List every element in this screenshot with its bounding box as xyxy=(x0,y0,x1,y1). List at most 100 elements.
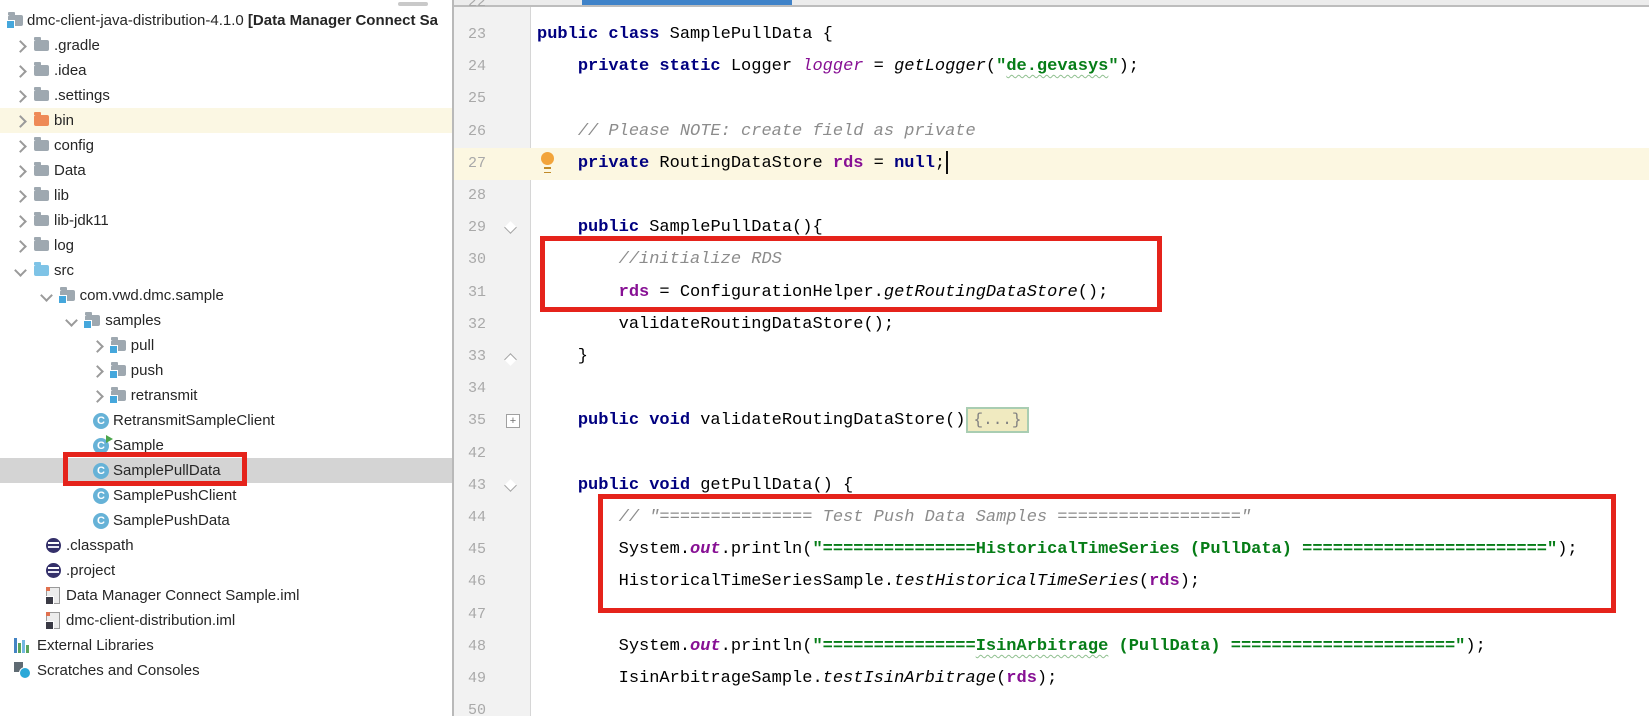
code-line-25[interactable]: 25 xyxy=(454,83,1649,115)
project-folder-icon xyxy=(8,15,23,26)
fold-down-icon[interactable] xyxy=(504,221,517,234)
tree-item-pull[interactable]: pull xyxy=(0,333,452,358)
tree-item-dmc-client-java-distribution-4-1-0[interactable]: dmc-client-java-distribution-4.1.0 [Data… xyxy=(0,8,452,33)
code-line-35[interactable]: 35 public void validateRoutingDataStore(… xyxy=(454,405,1649,437)
class-icon xyxy=(93,513,109,529)
folded-region-badge[interactable]: {...} xyxy=(966,407,1028,433)
folder-icon xyxy=(34,240,49,251)
tree-item-push[interactable]: push xyxy=(0,358,452,383)
tree-scrollbar-thumb[interactable] xyxy=(398,2,428,6)
tree-item-label: src xyxy=(54,258,74,283)
code-text: } xyxy=(537,341,588,373)
tree-item-label: SamplePushData xyxy=(113,508,230,533)
line-number: 29 xyxy=(458,212,486,244)
annotation-box-code-historical-timeseries-block xyxy=(598,494,1616,613)
line-number: 47 xyxy=(458,599,486,631)
code-line-34[interactable]: 34 xyxy=(454,373,1649,405)
code-text: public void validateRoutingDataStore(){.… xyxy=(537,405,1029,437)
tree-item-label: Data xyxy=(54,158,86,183)
class-icon xyxy=(93,488,109,504)
tree-item-label: pull xyxy=(131,333,154,358)
folder-icon xyxy=(34,40,49,51)
code-line-49[interactable]: 49 IsinArbitrageSample.testIsinArbitrage… xyxy=(454,663,1649,695)
tree-item-src[interactable]: src xyxy=(0,258,452,283)
tree-item-retransmit[interactable]: retransmit xyxy=(0,383,452,408)
tree-item-config[interactable]: config xyxy=(0,133,452,158)
package-icon xyxy=(111,365,126,376)
text-caret xyxy=(946,151,948,174)
tree-item-label: .project xyxy=(66,558,115,583)
tree-item-bin[interactable]: bin xyxy=(0,108,452,133)
tree-item--settings[interactable]: .settings xyxy=(0,83,452,108)
tree-item-data[interactable]: Data xyxy=(0,158,452,183)
eclipse-icon xyxy=(46,563,61,578)
code-line-27[interactable]: 27 private RoutingDataStore rds = null; xyxy=(454,148,1649,180)
tree-item-label: .idea xyxy=(54,58,87,83)
code-line-33[interactable]: 33 } xyxy=(454,341,1649,373)
tree-item-dmc-client-distribution-iml[interactable]: dmc-client-distribution.iml xyxy=(0,608,452,633)
line-number: 44 xyxy=(458,502,486,534)
code-line-23[interactable]: 23public class SamplePullData { xyxy=(454,19,1649,51)
folder-icon xyxy=(34,190,49,201)
code-text: private RoutingDataStore rds = null; xyxy=(537,148,948,180)
tree-item--gradle[interactable]: .gradle xyxy=(0,33,452,58)
code-text: validateRoutingDataStore(); xyxy=(537,309,894,341)
tree-item-lib[interactable]: lib xyxy=(0,183,452,208)
tree-item-label: RetransmitSampleClient xyxy=(113,408,275,433)
tree-item--project[interactable]: .project xyxy=(0,558,452,583)
tree-item-scratches-and-consoles[interactable]: Scratches and Consoles xyxy=(0,658,452,683)
line-number: 46 xyxy=(458,566,486,598)
annotation-box-tree-item-samplepulldata xyxy=(63,452,247,486)
line-number: 45 xyxy=(458,534,486,566)
tree-item-data-manager-connect-sample-iml[interactable]: Data Manager Connect Sample.iml xyxy=(0,583,452,608)
annotation-box-code-initialize-rds-block xyxy=(540,236,1162,312)
package-icon xyxy=(85,315,100,326)
line-number: 26 xyxy=(458,116,486,148)
fold-up-icon[interactable] xyxy=(504,353,517,366)
folder-icon xyxy=(34,165,49,176)
tree-item-label: .settings xyxy=(54,83,110,108)
tree-item-label: External Libraries xyxy=(37,633,154,658)
fold-down-icon[interactable] xyxy=(504,479,517,492)
tree-item-label: retransmit xyxy=(131,383,198,408)
tree-item-samples[interactable]: samples xyxy=(0,308,452,333)
code-line-26[interactable]: 26 // Please NOTE: create field as priva… xyxy=(454,116,1649,148)
tree-item-label: bin xyxy=(54,108,74,133)
tree-item-samplepushdata[interactable]: SamplePushData xyxy=(0,508,452,533)
tree-item-lib-jdk11[interactable]: lib-jdk11 xyxy=(0,208,452,233)
line-number: 34 xyxy=(458,373,486,405)
code-line-24[interactable]: 24 private static Logger logger = getLog… xyxy=(454,51,1649,83)
tree-item-samplepushclient[interactable]: SamplePushClient xyxy=(0,483,452,508)
tree-item-label: log xyxy=(54,233,74,258)
code-text: System.out.println("===============IsinA… xyxy=(537,631,1486,663)
tree-item-log[interactable]: log xyxy=(0,233,452,258)
line-number: 31 xyxy=(458,277,486,309)
line-number: 35 xyxy=(458,405,486,437)
tree-item-label: dmc-client-distribution.iml xyxy=(66,608,235,633)
code-line-50[interactable]: 50 xyxy=(454,695,1649,716)
tree-item-label: lib-jdk11 xyxy=(54,208,109,233)
tree-item-retransmitsampleclient[interactable]: RetransmitSampleClient xyxy=(0,408,452,433)
tree-row-highlight xyxy=(0,333,452,358)
code-line-22[interactable]: 22 xyxy=(454,0,1649,19)
code-text: // Please NOTE: create field as private xyxy=(537,116,976,148)
line-number: 50 xyxy=(458,695,486,716)
tree-item--classpath[interactable]: .classpath xyxy=(0,533,452,558)
line-number: 48 xyxy=(458,631,486,663)
tree-item--idea[interactable]: .idea xyxy=(0,58,452,83)
package-icon xyxy=(111,390,126,401)
ext-lib-icon xyxy=(14,638,31,653)
line-number: 23 xyxy=(458,19,486,51)
code-line-32[interactable]: 32 validateRoutingDataStore(); xyxy=(454,309,1649,341)
line-number: 49 xyxy=(458,663,486,695)
line-number: 32 xyxy=(458,309,486,341)
code-line-42[interactable]: 42 xyxy=(454,438,1649,470)
tree-item-com-vwd-dmc-sample[interactable]: com.vwd.dmc.sample xyxy=(0,283,452,308)
code-text: private static Logger logger = getLogger… xyxy=(537,51,1139,83)
code-line-28[interactable]: 28 xyxy=(454,180,1649,212)
code-line-48[interactable]: 48 System.out.println("===============Is… xyxy=(454,631,1649,663)
tree-item-external-libraries[interactable]: External Libraries xyxy=(0,633,452,658)
fold-plus-icon[interactable] xyxy=(506,414,520,428)
line-number: 33 xyxy=(458,341,486,373)
tree-item-label: samples xyxy=(105,308,161,333)
